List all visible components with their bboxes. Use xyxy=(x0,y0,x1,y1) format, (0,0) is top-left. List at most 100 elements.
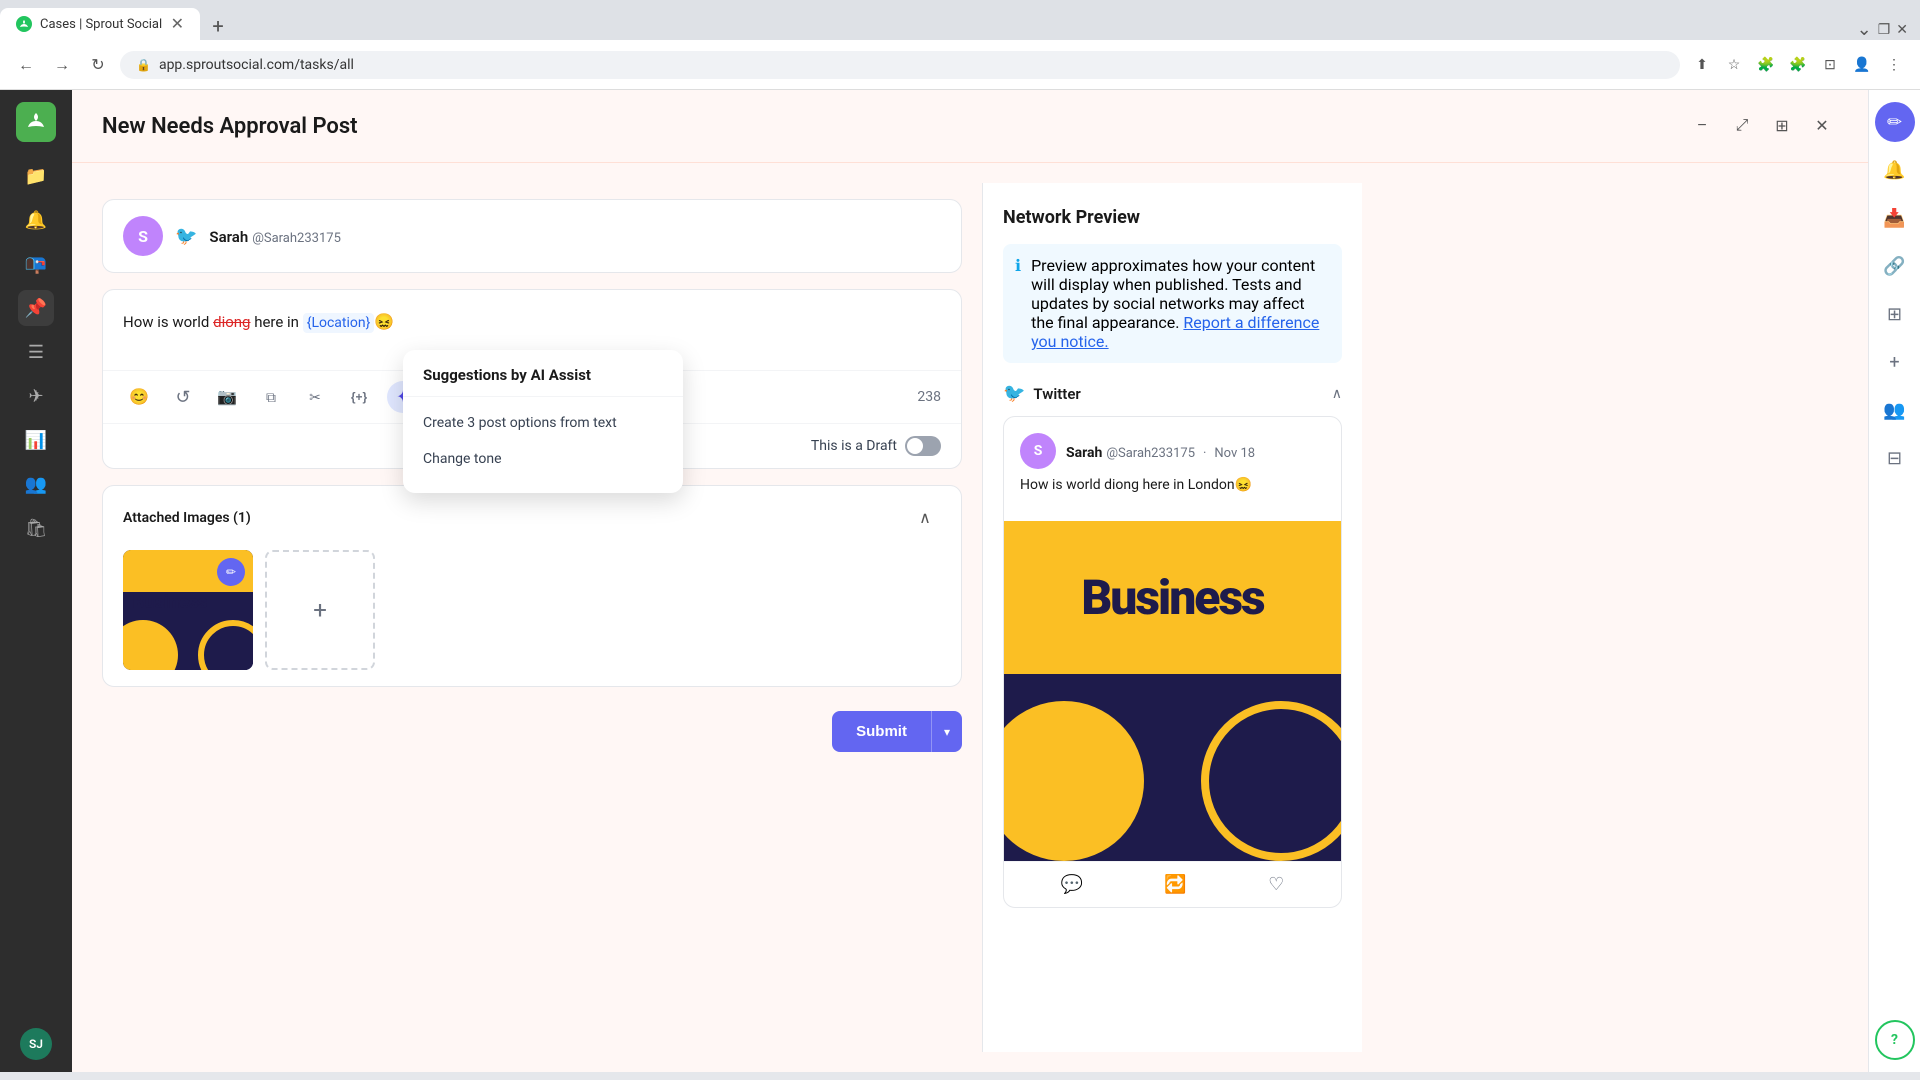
tweet-dark-section xyxy=(1004,674,1341,861)
text-segment-1: How is world xyxy=(123,313,213,331)
regenerate-button[interactable]: ↺ xyxy=(167,381,199,413)
share-button[interactable]: ⬆ xyxy=(1688,51,1716,79)
tweet-actions: 💬 🔁 ♡ xyxy=(1004,861,1341,907)
post-editor: S 🐦 Sarah @Sarah233175 How is world dion… xyxy=(102,183,962,1052)
account-info: Sarah @Sarah233175 xyxy=(209,227,340,246)
right-grid-button[interactable]: ⊞ xyxy=(1875,294,1915,334)
retweet-action[interactable]: 🔁 xyxy=(1164,874,1186,895)
draft-label: This is a Draft xyxy=(811,438,897,454)
tweet-date: · xyxy=(1203,446,1206,461)
security-icon: 🔒 xyxy=(136,58,151,72)
tweet-image-preview: Business xyxy=(1004,521,1341,861)
profile-button[interactable]: 👤 xyxy=(1848,51,1876,79)
text-variable: {Location} xyxy=(303,313,375,333)
right-panel-icons: ✏ 🔔 📥 🔗 ⊞ + 👥 ⊟ ? xyxy=(1868,90,1920,1072)
dark-circle xyxy=(198,620,253,670)
tab-close-button[interactable]: ✕ xyxy=(171,16,184,32)
sidebar-item-pinned[interactable]: 📌 xyxy=(18,290,54,326)
text-emoji: 😖 xyxy=(374,312,394,331)
char-count: 238 xyxy=(917,389,941,405)
sidebar-item-publish[interactable]: ✈ xyxy=(18,378,54,414)
submit-row: Submit ▾ xyxy=(102,711,962,752)
expand-panel-button[interactable]: ⤢ xyxy=(1726,110,1758,142)
emoji-picker-button[interactable]: 😊 xyxy=(123,381,155,413)
sprout-logo[interactable] xyxy=(16,102,56,142)
reply-action[interactable]: 💬 xyxy=(1061,874,1083,895)
text-strikethrough: diong xyxy=(213,313,250,331)
restore-window-button[interactable]: ❐ xyxy=(1878,22,1891,38)
right-users-button[interactable]: 👥 xyxy=(1875,390,1915,430)
close-window-button[interactable]: ✕ xyxy=(1896,22,1908,38)
submit-dropdown-button[interactable]: ▾ xyxy=(931,711,962,752)
active-tab[interactable]: Cases | Sprout Social ✕ xyxy=(0,8,200,40)
image-add-area: + xyxy=(265,550,375,670)
attached-images-content: Business ✏ + xyxy=(103,550,961,686)
ai-create-posts-item[interactable]: Create 3 post options from text xyxy=(403,405,683,441)
right-bell-button[interactable]: 🔔 xyxy=(1875,150,1915,190)
bookmark-button[interactable]: ☆ xyxy=(1720,51,1748,79)
grid-panel-button[interactable]: ⊞ xyxy=(1766,110,1798,142)
back-button[interactable]: ← xyxy=(12,51,40,79)
tab-favicon xyxy=(16,16,32,32)
account-name: Sarah xyxy=(209,228,248,246)
tweet-author-name: Sarah xyxy=(1066,445,1102,461)
like-action[interactable]: ♡ xyxy=(1268,874,1284,895)
text-editor-card: How is world diong here in {Location}😖 😊… xyxy=(102,289,962,469)
compose-icon-button[interactable]: ✏ xyxy=(1875,102,1915,142)
right-help-button[interactable]: ? xyxy=(1875,1020,1915,1060)
page-header: New Needs Approval Post − ⤢ ⊞ ✕ xyxy=(72,90,1868,163)
refresh-button[interactable]: ↻ xyxy=(84,51,112,79)
tweet-avatar: S xyxy=(1020,433,1056,469)
image-thumbnail[interactable]: Business ✏ xyxy=(123,550,253,670)
tweet-yellow-section: Business xyxy=(1004,521,1341,674)
right-table-button[interactable]: ⊟ xyxy=(1875,438,1915,478)
draft-toggle[interactable] xyxy=(905,436,941,456)
ai-change-tone-item[interactable]: Change tone xyxy=(403,441,683,477)
sidebar-item-notifications[interactable]: 🔔 xyxy=(18,202,54,238)
right-add-button[interactable]: + xyxy=(1875,342,1915,382)
sidebar-item-commerce[interactable]: 🛍 xyxy=(18,510,54,546)
menu-button[interactable]: ⋮ xyxy=(1880,51,1908,79)
sidebar-item-list[interactable]: ☰ xyxy=(18,334,54,370)
twitter-section: 🐦 Twitter ∧ S Sarah xyxy=(1003,383,1342,908)
page-title: New Needs Approval Post xyxy=(102,114,358,139)
sidebar: 📁 🔔 📭 📌 ☰ ✈ 📊 👥 🛍 SJ xyxy=(0,90,72,1072)
tweet-handle: @Sarah233175 xyxy=(1106,446,1195,461)
extensions-button[interactable]: 🧩 xyxy=(1752,51,1780,79)
header-actions: − ⤢ ⊞ ✕ xyxy=(1686,110,1838,142)
minimize-panel-button[interactable]: − xyxy=(1686,110,1718,142)
user-avatar[interactable]: SJ xyxy=(20,1028,52,1060)
variables-button[interactable]: {+} xyxy=(343,381,375,413)
bottom-scrollbar[interactable] xyxy=(0,1072,1920,1080)
text-segment-2: here in xyxy=(250,313,302,331)
forward-button[interactable]: → xyxy=(48,51,76,79)
tweet-dark-circle xyxy=(1201,701,1341,861)
attached-images-label: Attached Images (1) xyxy=(123,510,251,526)
sidebar-item-analytics[interactable]: 📊 xyxy=(18,422,54,458)
attached-images-section: Attached Images (1) ∧ Business ✏ xyxy=(102,485,962,687)
close-panel-button[interactable]: ✕ xyxy=(1806,110,1838,142)
sidebar-item-files[interactable]: 📁 xyxy=(18,158,54,194)
copy-button[interactable]: ⧉ xyxy=(255,381,287,413)
collapse-twitter-button[interactable]: ∧ xyxy=(1332,386,1342,402)
sidebar-item-inbox[interactable]: 📭 xyxy=(18,246,54,282)
right-inbox-button[interactable]: 📥 xyxy=(1875,198,1915,238)
media-upload-button[interactable]: 📷 xyxy=(211,381,243,413)
minimize-window-button[interactable]: ⌄ xyxy=(1857,19,1872,40)
tweet-author-line: Sarah @Sarah233175 · Nov 18 xyxy=(1066,442,1255,461)
info-icon: ℹ xyxy=(1015,256,1021,351)
link-button[interactable]: ✂ xyxy=(299,381,331,413)
collapse-images-button[interactable]: ∧ xyxy=(909,502,941,534)
preview-info-box: ℹ Preview approximates how your content … xyxy=(1003,244,1342,363)
sidebar-toggle-button[interactable]: ⊡ xyxy=(1816,51,1844,79)
image-edit-button[interactable]: ✏ xyxy=(217,558,245,586)
tweet-preview-card: S Sarah @Sarah233175 · Nov 18 xyxy=(1003,416,1342,908)
address-bar[interactable]: 🔒 app.sproutsocial.com/tasks/all xyxy=(120,51,1680,79)
preview-title: Network Preview xyxy=(1003,207,1342,228)
add-image-button[interactable]: + xyxy=(265,550,375,670)
sidebar-item-users[interactable]: 👥 xyxy=(18,466,54,502)
right-link-button[interactable]: 🔗 xyxy=(1875,246,1915,286)
submit-button[interactable]: Submit xyxy=(832,711,931,752)
puzzle-button[interactable]: 🧩 xyxy=(1784,51,1812,79)
new-tab-button[interactable]: + xyxy=(204,12,232,40)
